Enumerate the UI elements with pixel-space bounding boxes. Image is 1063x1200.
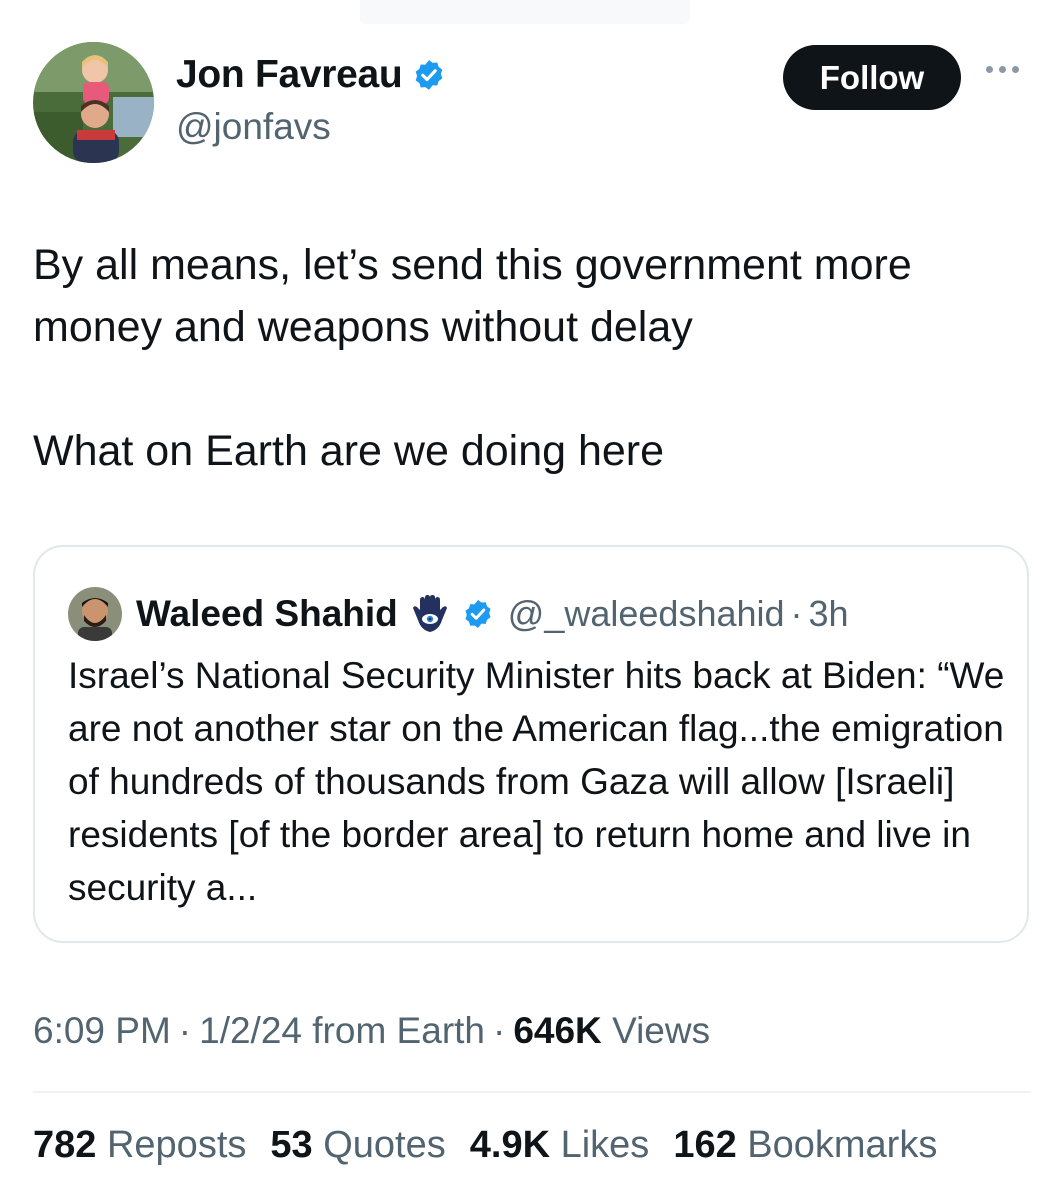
views-label: Views bbox=[612, 1010, 711, 1051]
tweet-paragraph: By all means, let’s send this government… bbox=[33, 241, 912, 351]
author-handle[interactable]: @jonfavs bbox=[176, 106, 331, 148]
quoted-tweet-header: Waleed Shahid @_waleedshahid · 3h bbox=[68, 587, 849, 641]
divider bbox=[33, 1091, 1031, 1093]
author-name-row: Jon Favreau bbox=[176, 53, 446, 97]
reposts-count: 782 bbox=[33, 1124, 97, 1166]
quoted-author-avatar bbox=[68, 587, 122, 641]
engagement-stats: 782 Reposts 53 Quotes 4.9K Likes 162 Boo… bbox=[33, 1124, 937, 1167]
tweet-source: from Earth bbox=[312, 1010, 485, 1051]
tweet-time[interactable]: 6:09 PM bbox=[33, 1010, 171, 1051]
cropped-header-remnant bbox=[360, 0, 690, 24]
likes-count: 4.9K bbox=[469, 1124, 551, 1166]
quotes-stat[interactable]: 53 Quotes bbox=[270, 1124, 445, 1167]
quoted-tweet-card[interactable]: Waleed Shahid @_waleedshahid · 3h Israel… bbox=[33, 545, 1029, 943]
quotes-label: Quotes bbox=[323, 1124, 446, 1166]
quotes-count: 53 bbox=[270, 1124, 313, 1166]
quoted-verified-badge-icon bbox=[462, 598, 494, 630]
bookmarks-label: Bookmarks bbox=[747, 1124, 938, 1166]
quoted-author-name: Waleed Shahid bbox=[136, 593, 398, 634]
more-options-icon[interactable] bbox=[986, 66, 1019, 73]
separator-dot: · bbox=[493, 1010, 506, 1051]
bookmarks-count: 162 bbox=[673, 1124, 737, 1166]
likes-stat[interactable]: 4.9K Likes bbox=[470, 1124, 650, 1167]
reposts-label: Reposts bbox=[106, 1124, 247, 1166]
author-avatar[interactable] bbox=[33, 42, 154, 163]
tweet-date[interactable]: 1/2/24 bbox=[199, 1010, 302, 1051]
likes-label: Likes bbox=[560, 1124, 650, 1166]
separator-dot: · bbox=[178, 1010, 192, 1051]
verified-badge-icon bbox=[412, 58, 446, 92]
views-count: 646K bbox=[513, 1010, 602, 1051]
separator-dot: · bbox=[790, 593, 803, 634]
quoted-tweet-text: Israel’s National Security Minister hits… bbox=[68, 655, 1005, 908]
follow-button[interactable]: Follow bbox=[783, 45, 961, 110]
quoted-author-handle: @_waleedshahid bbox=[507, 593, 785, 634]
quoted-tweet-time: 3h bbox=[808, 593, 849, 634]
reposts-stat[interactable]: 782 Reposts bbox=[33, 1124, 246, 1167]
hamsa-icon bbox=[412, 594, 448, 634]
bookmarks-stat[interactable]: 162 Bookmarks bbox=[673, 1124, 937, 1167]
author-name[interactable]: Jon Favreau bbox=[176, 53, 403, 97]
tweet-paragraph: What on Earth are we doing here bbox=[33, 427, 665, 475]
tweet-text: By all means, let’s send this government… bbox=[33, 234, 1033, 482]
tweet-meta: 6:09 PM · 1/2/24 from Earth · 646K Views bbox=[33, 1010, 710, 1052]
